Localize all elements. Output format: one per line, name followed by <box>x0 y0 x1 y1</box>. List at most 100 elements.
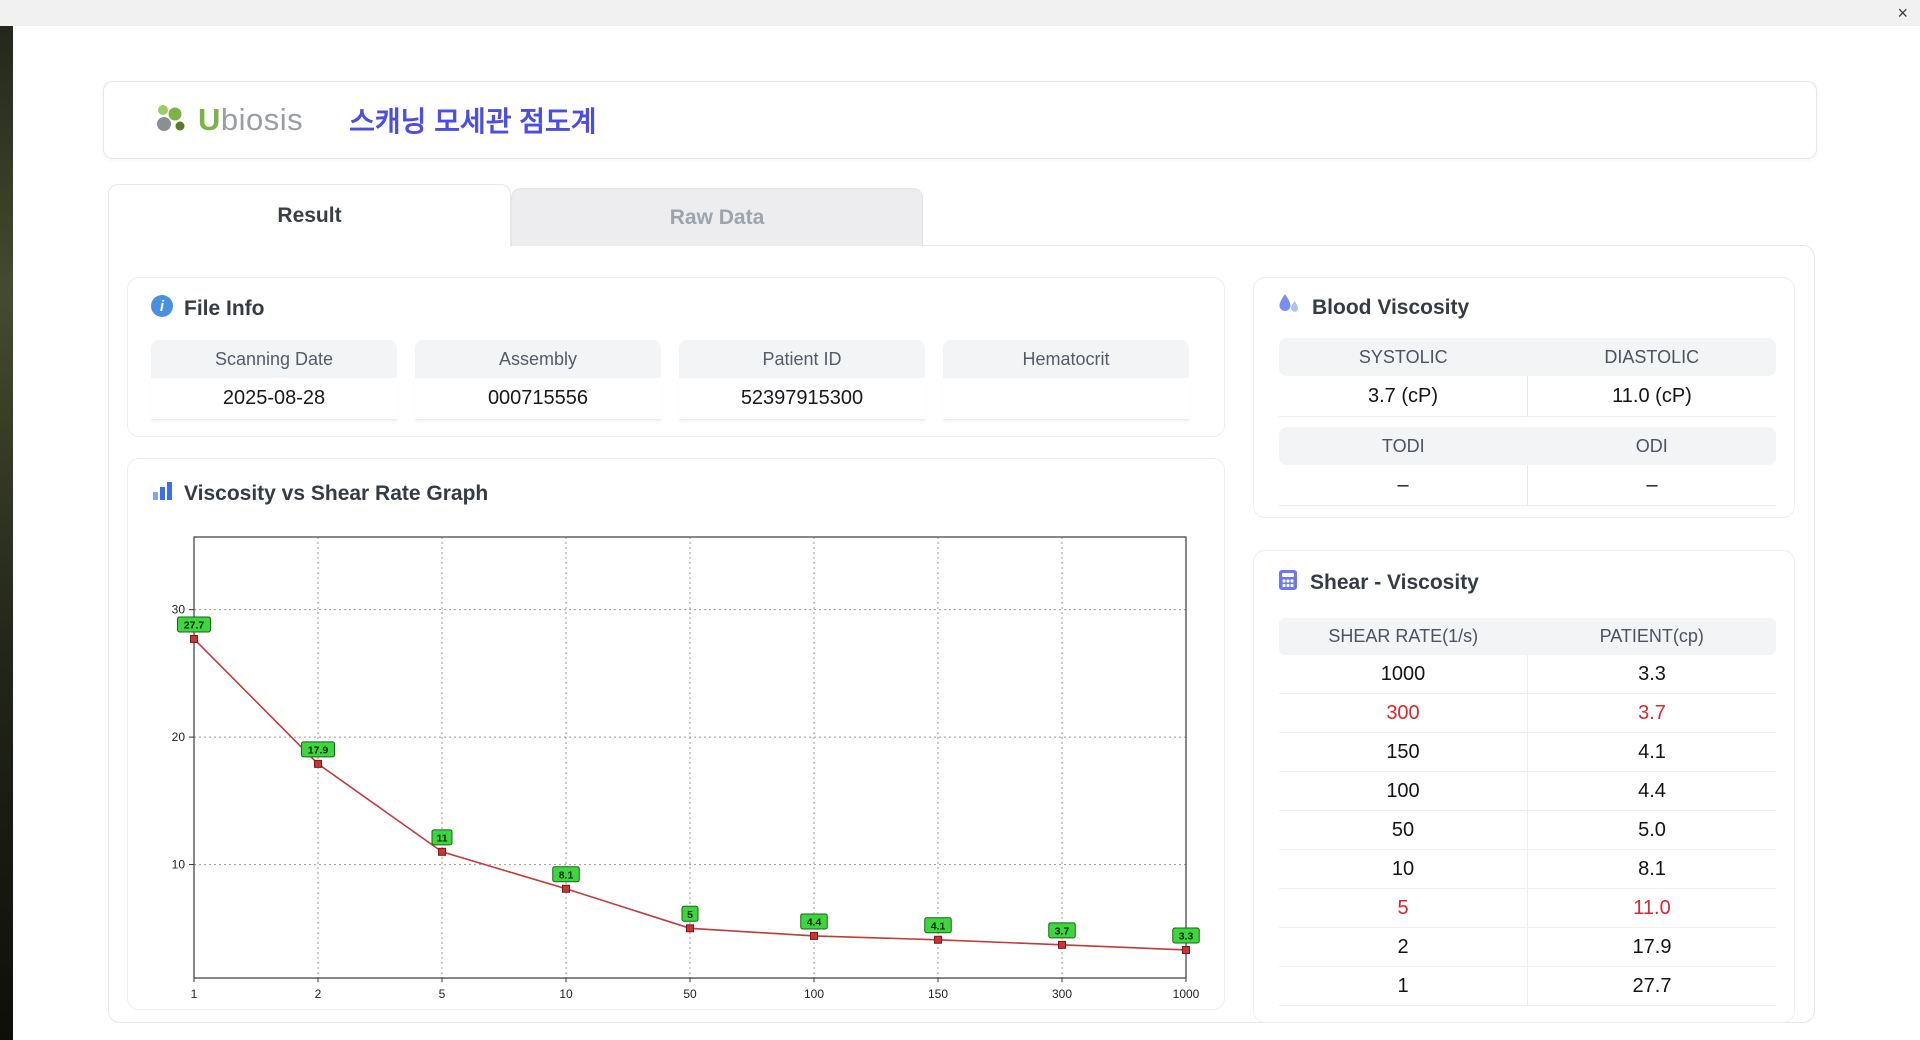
svg-text:2: 2 <box>315 987 322 1001</box>
file-info-card: i File Info Scanning Date 2025-08-28 Ass… <box>127 277 1225 437</box>
svg-text:27.7: 27.7 <box>184 619 205 631</box>
svg-text:4.1: 4.1 <box>931 920 946 932</box>
table-row: 2 17.9 <box>1279 928 1776 967</box>
logo-text-rest: biosis <box>220 102 304 137</box>
table-row: 1000 3.3 <box>1279 655 1776 694</box>
patient-cell: 27.7 <box>1527 967 1776 1005</box>
tab-result[interactable]: Result <box>108 184 511 246</box>
shear-rate-cell: 100 <box>1386 779 1420 802</box>
bar-chart-icon <box>150 479 174 509</box>
table-row: 100 4.4 <box>1279 772 1776 811</box>
field-value: 2025-08-28 <box>151 378 397 420</box>
bv-value-row: – – <box>1279 465 1776 506</box>
app-title: 스캐닝 모세관 점도계 <box>349 106 597 137</box>
logo: Ubiosis <box>152 100 303 141</box>
blood-viscosity-card: Blood Viscosity SYSTOLIC DIASTOLIC 3.7 (… <box>1253 277 1795 518</box>
patient-cell: 8.1 <box>1527 850 1776 888</box>
shear-viscosity-table: SHEAR RATE(1/s) PATIENT(cp) 1000 3.3 300 3.… <box>1279 618 1776 1006</box>
odi-value: – <box>1527 465 1776 506</box>
content-card: i File Info Scanning Date 2025-08-28 Ass… <box>108 245 1815 1023</box>
shear-table-body: 1000 3.3 300 3.7 150 4.1 100 4.4 50 5.0 10 8.1 5 11.0… <box>1279 655 1776 1006</box>
field-patient-id: Patient ID 52397915300 <box>679 340 925 420</box>
todi-label: TODI <box>1381 435 1425 456</box>
header-card: Ubiosis 스캐닝 모세관 점도계 <box>103 81 1817 159</box>
logo-text: Ubiosis <box>198 102 303 138</box>
graph-title: Viscosity vs Shear Rate Graph <box>184 482 489 505</box>
diastolic-label: DIASTOLIC <box>1604 346 1700 367</box>
shear-table-header: SHEAR RATE(1/s) PATIENT(cp) <box>1279 618 1776 655</box>
shear-viscosity-title: Shear - Viscosity <box>1310 571 1479 594</box>
file-info-title-row: i File Info <box>150 294 265 324</box>
viscosity-chart: 10 20 30 1 2 5 10 50 100 150 300 1000 27.7 17.9 11 8.1 5… <box>172 536 1200 1001</box>
table-row: 1 27.7 <box>1279 967 1776 1006</box>
calculator-icon <box>1276 568 1300 598</box>
shear-rate-column-header: SHEAR RATE(1/s) <box>1328 626 1479 646</box>
patient-column-header: PATIENT(cp) <box>1599 626 1704 646</box>
bv-value-row: 3.7 (cP) 11.0 (cP) <box>1279 376 1776 417</box>
diastolic-value: 11.0 (cP) <box>1527 376 1776 417</box>
shear-rate-cell: 150 <box>1386 740 1420 763</box>
blood-viscosity-title-row: Blood Viscosity <box>1276 292 1469 324</box>
svg-text:50: 50 <box>683 987 697 1001</box>
svg-text:20: 20 <box>172 730 186 744</box>
shear-rate-cell: 2 <box>1397 935 1409 958</box>
close-icon[interactable]: × <box>1897 2 1908 24</box>
shear-viscosity-card: Shear - Viscosity SHEAR RATE(1/s) PATIEN… <box>1253 550 1795 1023</box>
field-label: Patient ID <box>679 340 925 378</box>
shear-rate-cell: 300 <box>1386 701 1420 724</box>
svg-text:5: 5 <box>687 909 693 921</box>
tab-bar: Result Raw Data <box>108 184 923 246</box>
field-scanning-date: Scanning Date 2025-08-28 <box>151 340 397 420</box>
svg-text:4.4: 4.4 <box>807 916 822 928</box>
field-hematocrit: Hematocrit <box>943 340 1189 420</box>
svg-text:1: 1 <box>191 987 198 1001</box>
svg-text:300: 300 <box>1052 987 1072 1001</box>
graph-title-row: Viscosity vs Shear Rate Graph <box>150 479 488 509</box>
field-value: 000715556 <box>415 378 661 420</box>
logo-leaves-icon <box>152 100 192 141</box>
blood-viscosity-grid: SYSTOLIC DIASTOLIC 3.7 (cP) 11.0 (cP) TO… <box>1279 338 1776 516</box>
file-info-title: File Info <box>184 297 265 320</box>
svg-text:30: 30 <box>172 603 186 617</box>
patient-cell: 17.9 <box>1527 928 1776 966</box>
svg-text:17.9: 17.9 <box>308 744 329 756</box>
svg-text:5: 5 <box>439 987 446 1001</box>
patient-cell: 5.0 <box>1527 811 1776 849</box>
table-row: 50 5.0 <box>1279 811 1776 850</box>
field-label: Assembly <box>415 340 661 378</box>
shear-viscosity-title-row: Shear - Viscosity <box>1276 568 1479 598</box>
file-info-fields: Scanning Date 2025-08-28 Assembly 000715… <box>151 340 1189 420</box>
logo-text-u: U <box>198 102 221 137</box>
blood-viscosity-title: Blood Viscosity <box>1312 296 1470 319</box>
field-value <box>943 378 1189 420</box>
svg-text:10: 10 <box>559 987 573 1001</box>
table-row: 10 8.1 <box>1279 850 1776 889</box>
svg-text:3.7: 3.7 <box>1055 925 1070 937</box>
table-row: 300 3.7 <box>1279 694 1776 733</box>
shear-rate-cell: 50 <box>1391 818 1415 841</box>
desktop-background-edge <box>0 0 13 1040</box>
svg-text:8.1: 8.1 <box>559 869 574 881</box>
shear-rate-cell: 1 <box>1397 974 1409 997</box>
table-row: 150 4.1 <box>1279 733 1776 772</box>
field-value: 52397915300 <box>679 378 925 420</box>
chart-wrap: 10 20 30 1 2 5 10 50 100 150 300 1000 27.7 17.9 11 8.1 5… <box>148 521 1208 1016</box>
table-row: 5 11.0 <box>1279 889 1776 928</box>
systolic-value: 3.7 (cP) <box>1279 376 1527 417</box>
tab-raw-data[interactable]: Raw Data <box>511 188 923 246</box>
shear-rate-cell: 5 <box>1397 896 1409 919</box>
patient-cell: 3.3 <box>1527 655 1776 693</box>
bv-header-row: SYSTOLIC DIASTOLIC <box>1279 338 1776 376</box>
svg-text:10: 10 <box>172 858 186 872</box>
svg-text:1000: 1000 <box>1173 987 1200 1001</box>
patient-cell: 11.0 <box>1527 889 1776 927</box>
shear-rate-cell: 10 <box>1391 857 1415 880</box>
titlebar: × <box>0 0 1920 26</box>
systolic-label: SYSTOLIC <box>1358 346 1448 367</box>
shear-rate-cell: 1000 <box>1380 662 1426 685</box>
todi-value: – <box>1279 465 1527 506</box>
bv-header-row: TODI ODI <box>1279 427 1776 465</box>
info-icon: i <box>150 294 174 324</box>
field-label: Scanning Date <box>151 340 397 378</box>
svg-text:100: 100 <box>804 987 824 1001</box>
